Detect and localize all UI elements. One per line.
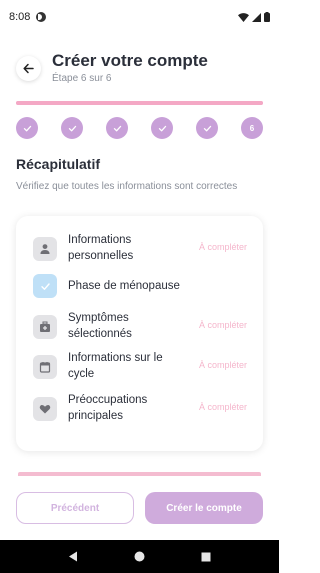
check-icon [23,125,31,131]
back-button[interactable] [16,56,41,81]
check-icon [33,274,57,298]
previous-button[interactable]: Précédent [16,492,134,524]
app-notification-icon [36,12,47,22]
status-badge: À compléter [198,402,247,412]
progress-bar-fill [16,101,263,105]
summary-row-concerns[interactable]: Préoccupations principales À compléter [16,392,263,426]
summary-row-symptoms[interactable]: Symptômes sélectionnés À compléter [16,310,263,344]
status-indicators [238,12,270,22]
status-badge: À compléter [198,360,247,370]
check-icon [113,125,121,131]
create-account-button[interactable]: Créer le compte [145,492,263,524]
nav-home-icon[interactable] [134,551,145,562]
step-2 [61,117,83,139]
nav-recents-icon[interactable] [201,552,211,562]
medical-bag-icon [33,315,57,339]
summary-row-label: Préoccupations principales [68,394,148,422]
step-indicator-text: Étape 6 sur 6 [52,73,112,84]
summary-card: Informations personnelles À compléter Ph… [16,216,263,451]
summary-row-cycle-info[interactable]: Informations sur le cycle À compléter [16,350,263,384]
next-card-edge [18,472,261,476]
step-dots: 6 [16,117,263,139]
step-6: 6 [241,117,263,139]
wifi-icon [238,12,249,22]
check-icon [68,125,76,131]
summary-row-label: Phase de ménopause [68,280,180,292]
status-badge: À compléter [198,320,247,330]
person-icon [33,237,57,261]
step-3 [106,117,128,139]
arrow-left-icon [23,63,34,74]
section-description: Vérifiez que toutes les informations son… [16,181,238,192]
heart-icon [33,397,57,421]
check-icon [203,125,211,131]
status-bar: 8:08 [0,0,279,34]
step-5 [196,117,218,139]
check-icon [158,125,166,131]
status-badge: À compléter [198,242,247,252]
battery-icon [264,12,270,22]
navigation-bar [0,540,279,573]
signal-icon [252,12,261,22]
step-4 [151,117,173,139]
step-1 [16,117,38,139]
page-title: Créer votre compte [52,51,208,70]
summary-row-label: Informations sur le cycle [68,352,163,380]
summary-row-label: Informations personnelles [68,234,134,262]
status-time: 8:08 [9,11,31,23]
nav-back-icon[interactable] [68,551,78,562]
summary-row-menopause-phase[interactable]: Phase de ménopause [16,274,263,298]
progress-bar [16,101,263,105]
section-title: Récapitulatif [16,156,101,172]
summary-row-personal-info[interactable]: Informations personnelles À compléter [16,232,263,266]
summary-row-label: Symptômes sélectionnés [68,312,132,340]
calendar-icon [33,355,57,379]
